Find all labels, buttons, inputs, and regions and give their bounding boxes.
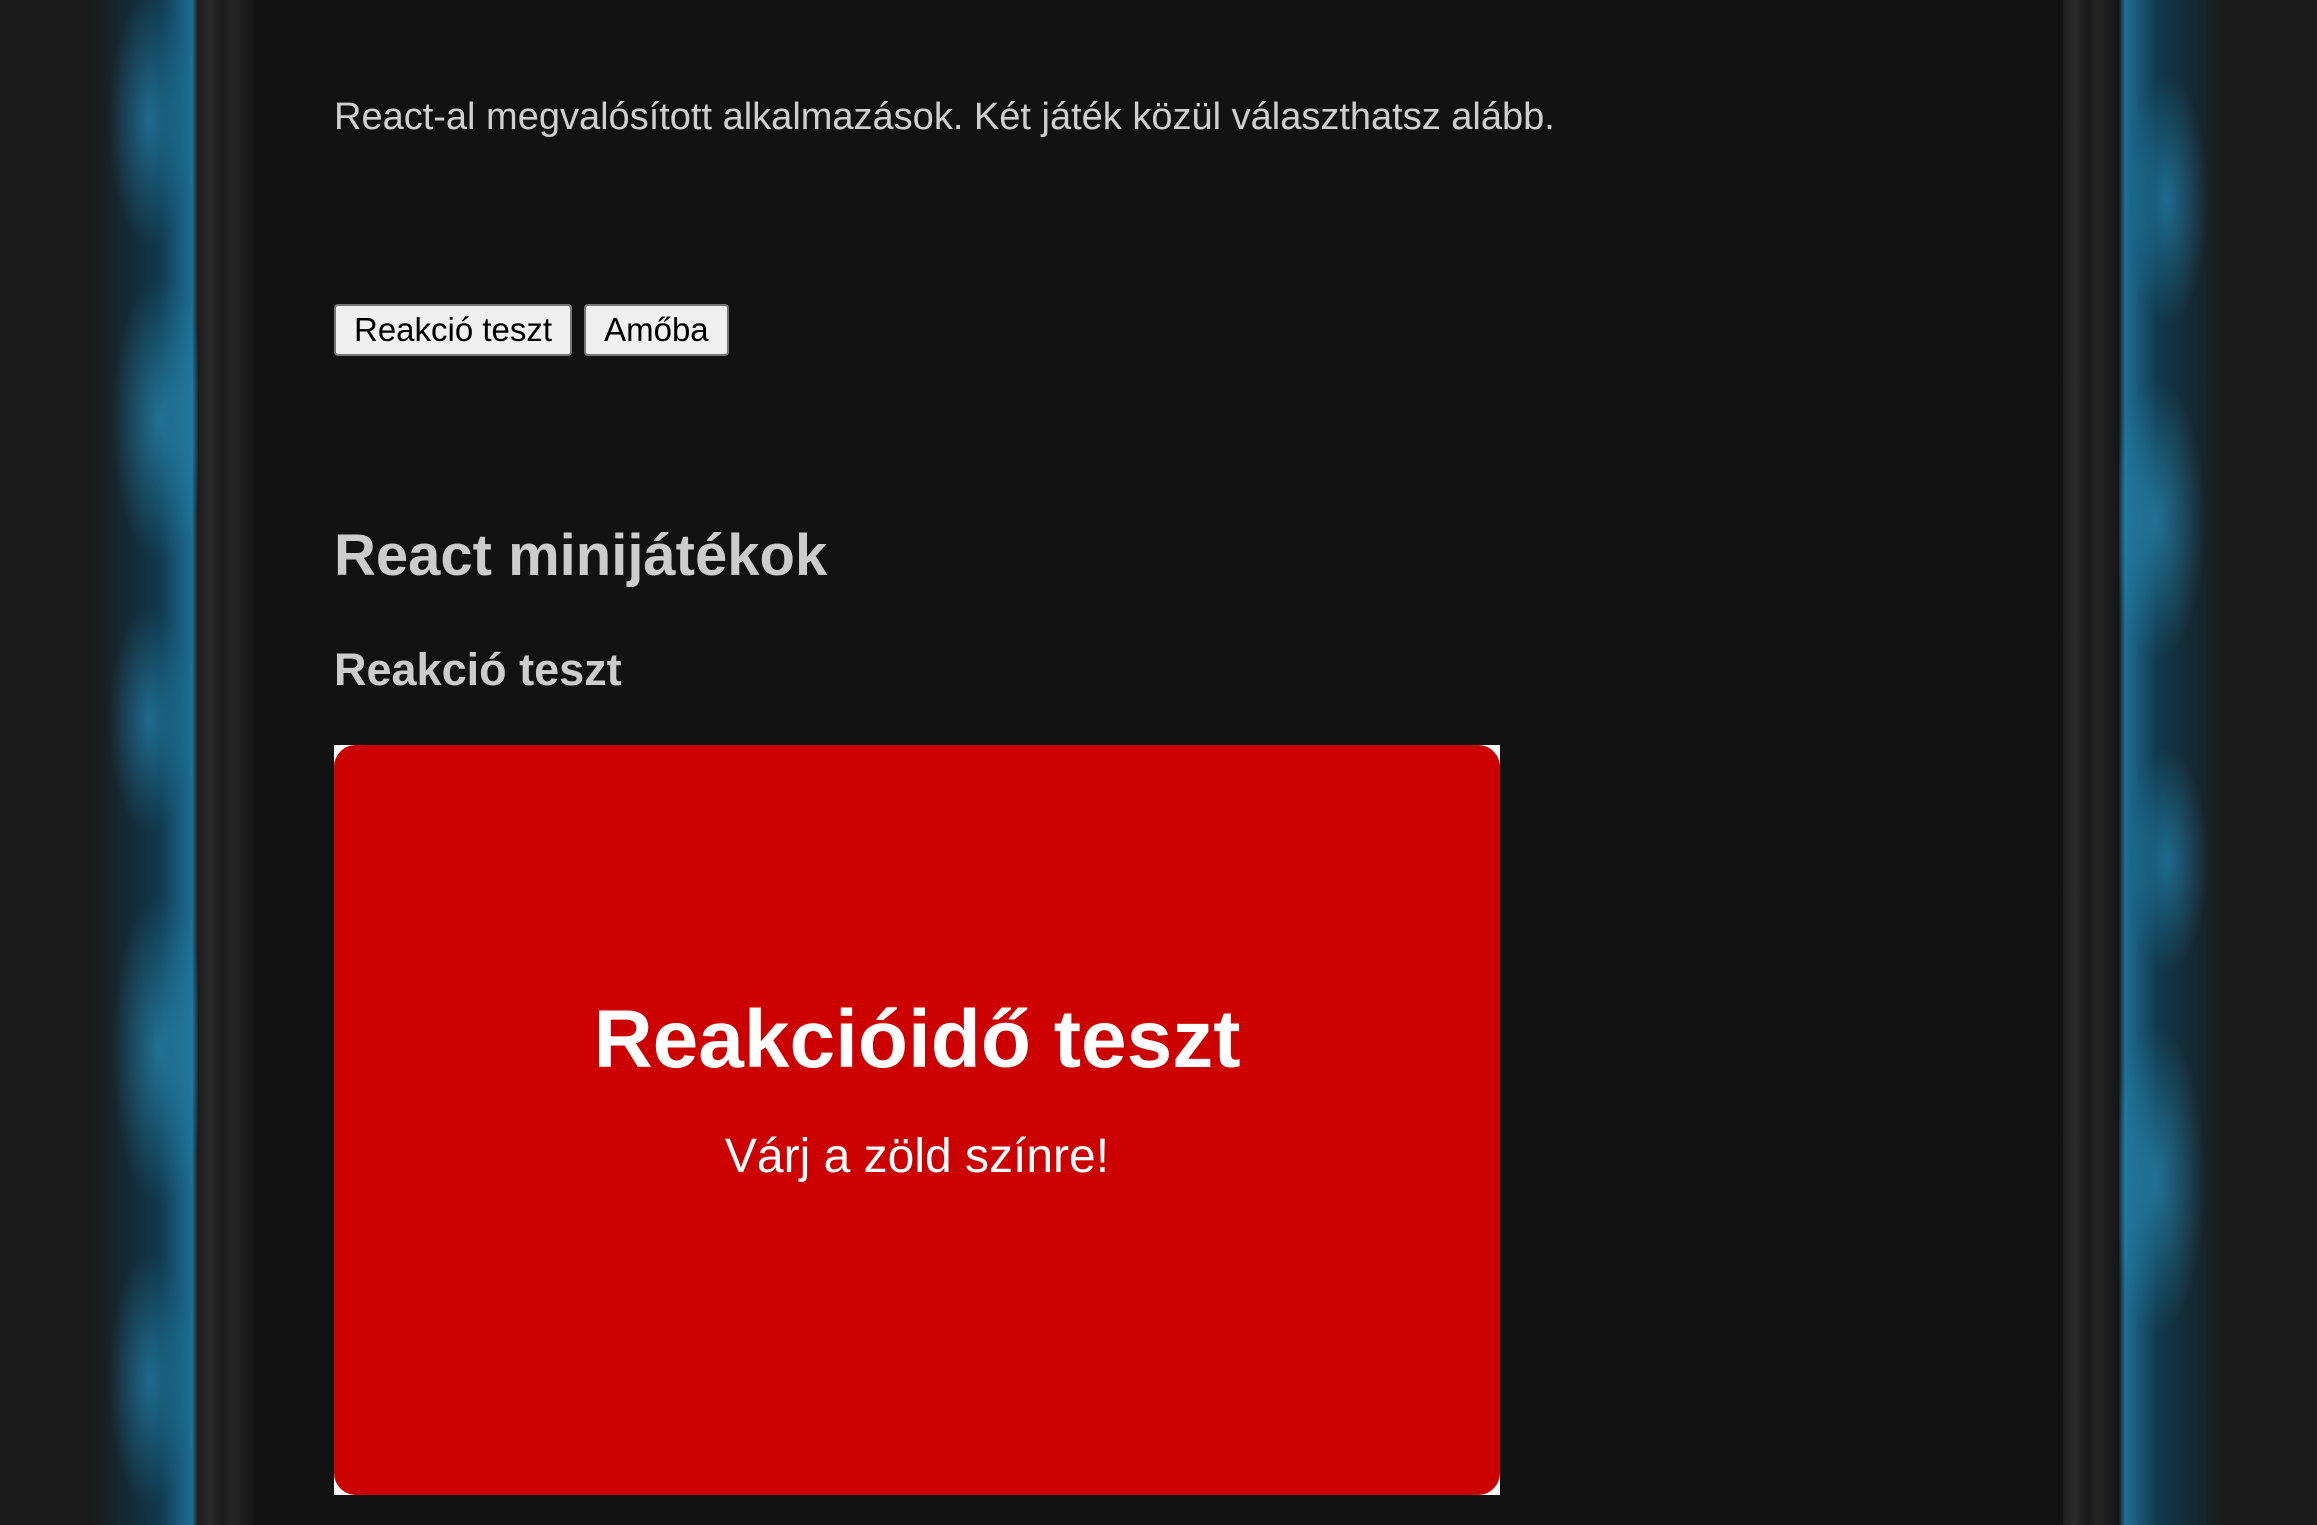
left-decorative-border (0, 0, 200, 1525)
page-title: React minijátékok (334, 523, 828, 588)
intro-text: React-al megvalósított alkalmazások. Két… (334, 96, 1555, 138)
right-decorative-border (2117, 0, 2317, 1525)
game-title: Reakcióidő teszt (593, 994, 1241, 1085)
left-frame-rail (198, 0, 254, 1525)
reaction-test-button[interactable]: Reakció teszt (334, 304, 573, 356)
game-instruction: Várj a zöld színre! (724, 1130, 1110, 1183)
amoba-button[interactable]: Amőba (584, 304, 729, 356)
main-content: React-al megvalósított alkalmazások. Két… (254, 0, 2063, 1525)
reaction-game-panel[interactable]: Reakcióidő teszt Várj a zöld színre! (334, 745, 1500, 1495)
game-selector: Reakció teszt Amőba (334, 304, 729, 356)
section-title: Reakció teszt (334, 644, 622, 695)
right-frame-rail (2063, 0, 2119, 1525)
reaction-game-frame: Reakcióidő teszt Várj a zöld színre! (334, 745, 1500, 1495)
